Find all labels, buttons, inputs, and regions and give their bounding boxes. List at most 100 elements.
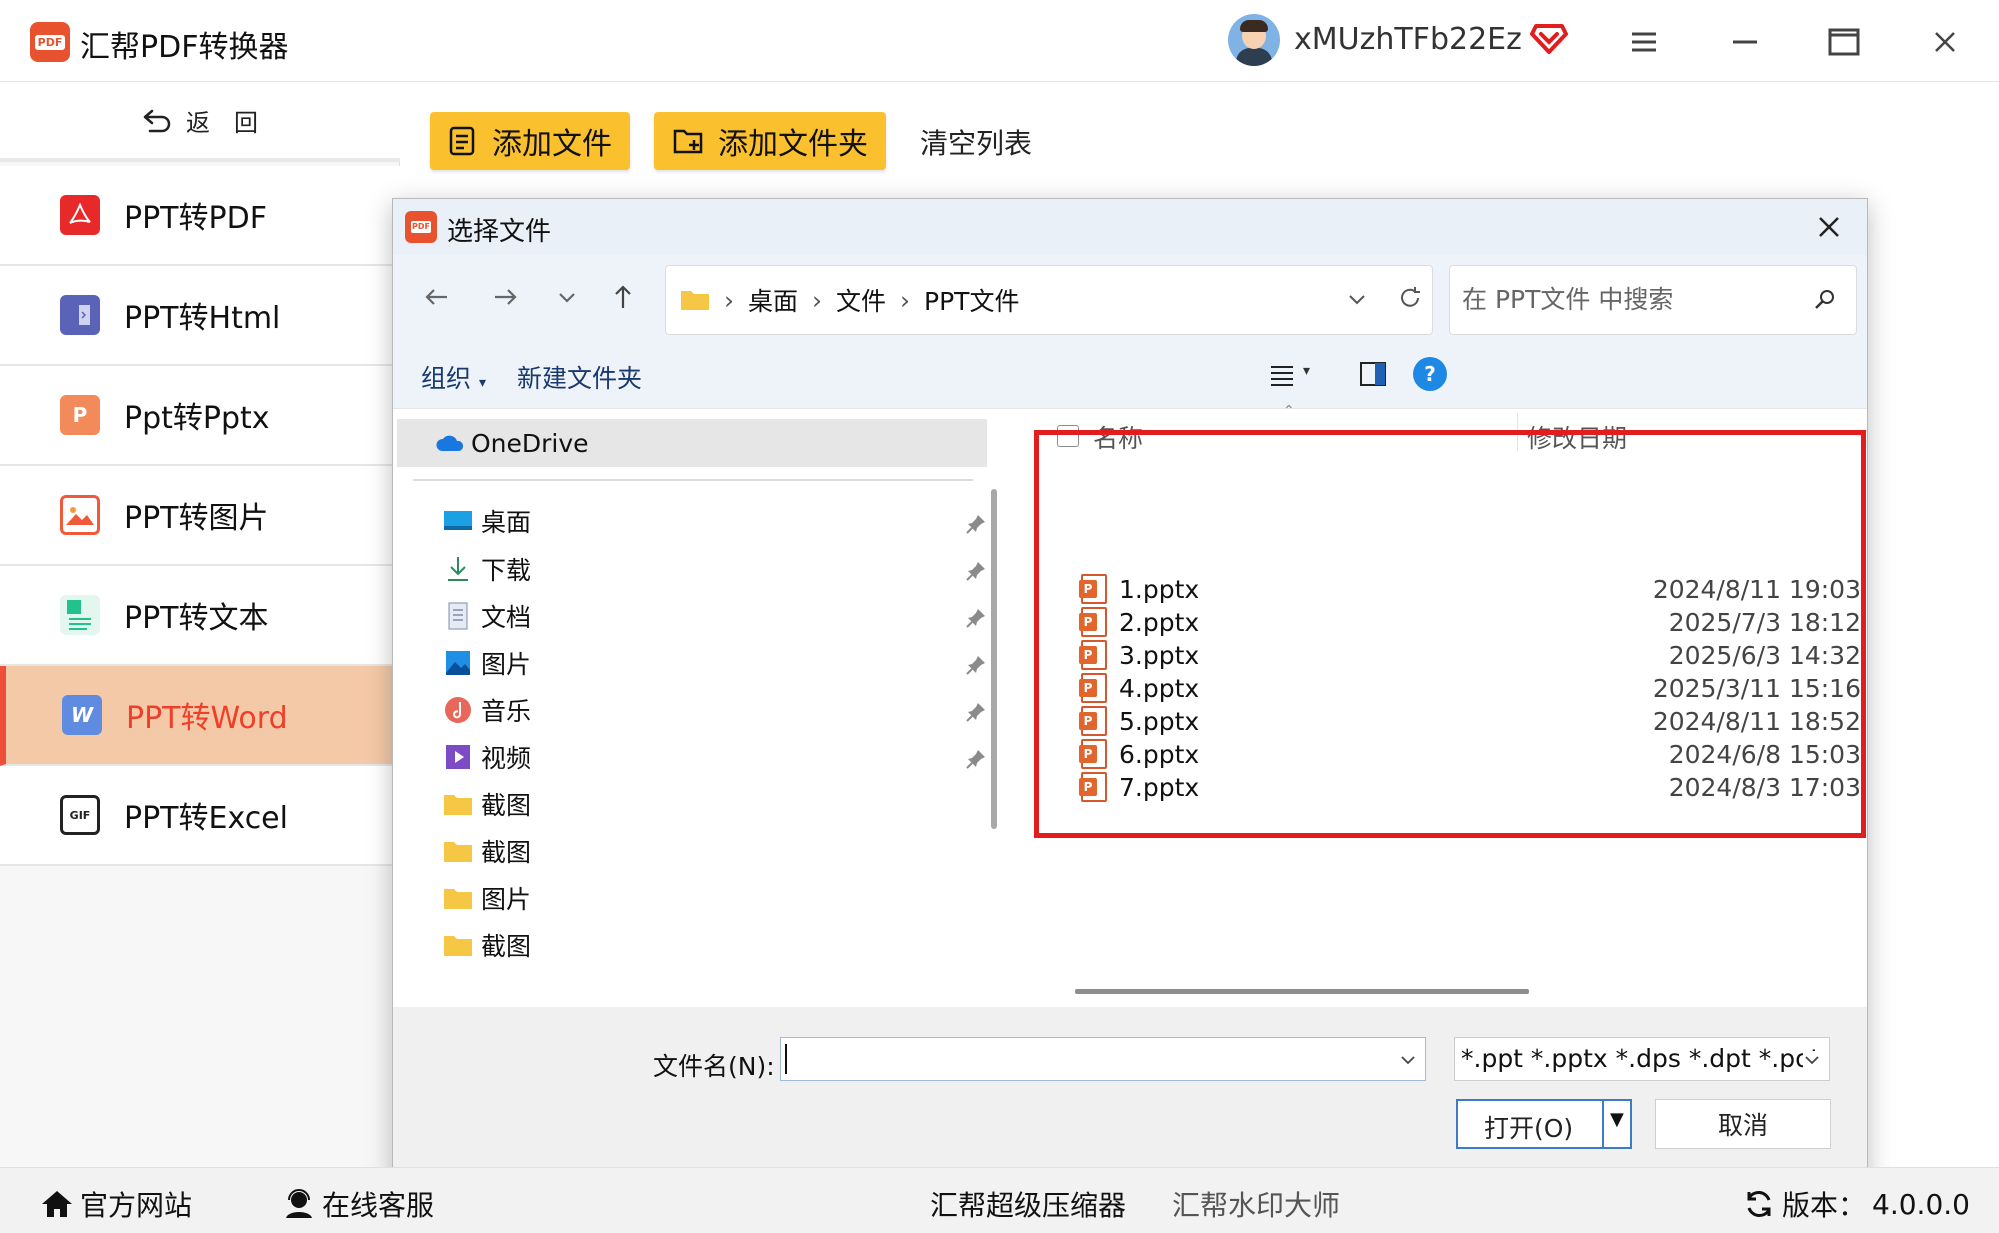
organize-menu[interactable]: 组织 ▾ — [421, 359, 486, 395]
tree-item-folder[interactable]: 图片 — [443, 878, 531, 918]
sidebar: 返 回 PPT转PDF PPT转Html P Ppt转Pptx PPT转图片 P… — [0, 82, 400, 1167]
folder-icon — [681, 291, 709, 310]
help-icon[interactable]: ? — [1413, 357, 1447, 391]
clear-list-button[interactable]: 清空列表 — [920, 122, 1032, 162]
close-icon[interactable] — [1925, 22, 1965, 62]
dialog-navigation-bar: › 桌面 › 文件 › PPT文件 在 PPT文件 中搜索 — [393, 255, 1867, 339]
breadcrumb-item[interactable]: PPT文件 — [924, 282, 1019, 318]
maximize-icon[interactable] — [1824, 22, 1864, 62]
tree-item-label: 音乐 — [481, 697, 532, 726]
watermark-link[interactable]: 汇帮水印大师 — [1172, 1184, 1340, 1224]
search-input[interactable]: 在 PPT文件 中搜索 — [1449, 265, 1857, 335]
dialog-close-icon[interactable] — [1813, 211, 1845, 243]
pin-icon[interactable] — [965, 560, 987, 582]
pin-icon[interactable] — [965, 654, 987, 676]
sidebar-item-ppt-to-pdf[interactable]: PPT转PDF — [0, 166, 400, 266]
online-support-label: 在线客服 — [322, 1189, 435, 1222]
video-icon — [446, 745, 470, 769]
add-folder-icon — [673, 129, 703, 154]
add-file-button[interactable]: 添加文件 — [430, 112, 630, 170]
filetype-value: *.ppt *.pptx *.dps *.dpt *.pot * — [1461, 1044, 1830, 1073]
official-website-link[interactable]: 官方网站 — [40, 1184, 192, 1224]
file-list-scrollbar[interactable] — [1075, 989, 1529, 994]
back-arrow-icon — [143, 109, 171, 133]
tree-item-folder[interactable]: 截图 — [443, 784, 531, 824]
tree-item-label: OneDrive — [471, 428, 589, 458]
sidebar-item-label: Ppt转Pptx — [124, 401, 270, 436]
tree-divider — [413, 479, 973, 481]
image-icon — [60, 495, 100, 535]
tree-item-label: 桌面 — [481, 508, 532, 537]
dialog-footer: 文件名(N): *.ppt *.pptx *.dps *.dpt *.pot *… — [393, 1007, 1867, 1185]
sidebar-item-label: PPT转文本 — [124, 601, 269, 636]
search-icon[interactable] — [1813, 287, 1837, 311]
compressor-link[interactable]: 汇帮超级压缩器 — [930, 1184, 1126, 1224]
recent-locations-icon[interactable] — [549, 279, 585, 315]
update-icon[interactable] — [1742, 1188, 1776, 1220]
online-support-link[interactable]: 在线客服 — [282, 1184, 434, 1224]
tree-item-downloads[interactable]: 下载 — [443, 549, 531, 589]
dialog-titlebar: PDF 选择文件 — [393, 199, 1867, 255]
sidebar-item-ppt-to-text[interactable]: PPT转文本 — [0, 566, 400, 666]
back-icon[interactable] — [419, 279, 455, 315]
pin-icon[interactable] — [965, 607, 987, 629]
tree-item-music[interactable]: 音乐 — [443, 690, 531, 730]
pdf-icon — [60, 195, 100, 235]
filetype-select[interactable]: *.ppt *.pptx *.dps *.dpt *.pot * — [1454, 1037, 1830, 1081]
view-options-icon[interactable] — [1269, 363, 1295, 387]
back-button[interactable]: 返 回 — [0, 82, 400, 162]
breadcrumb-item[interactable]: 桌面 — [748, 282, 798, 318]
menu-icon[interactable] — [1624, 22, 1664, 62]
tree-item-videos[interactable]: 视频 — [443, 737, 531, 777]
dialog-title: 选择文件 — [447, 217, 552, 247]
tree-item-folder[interactable]: 截图 — [443, 925, 531, 965]
cancel-button[interactable]: 取消 — [1655, 1099, 1831, 1149]
vip-diamond-icon[interactable] — [1530, 18, 1568, 56]
pin-icon[interactable] — [965, 513, 987, 535]
highlight-annotation — [1034, 430, 1866, 838]
tree-item-onedrive[interactable]: OneDrive — [397, 419, 987, 467]
view-dropdown-icon[interactable]: ▾ — [1303, 363, 1310, 379]
breadcrumb-item[interactable]: 文件 — [836, 282, 886, 318]
add-folder-button[interactable]: 添加文件夹 — [654, 112, 886, 170]
username[interactable]: xMUzhTFb22Ez — [1294, 22, 1522, 57]
onedrive-cloud-icon — [436, 435, 464, 451]
music-icon — [445, 697, 471, 723]
new-folder-button[interactable]: 新建文件夹 — [517, 359, 642, 395]
up-folder-icon[interactable] — [605, 279, 641, 315]
tree-item-label: 截图 — [481, 838, 532, 867]
sidebar-item-ppt-to-excel[interactable]: GIF PPT转Excel — [0, 766, 400, 866]
chevron-down-icon[interactable] — [1399, 1051, 1417, 1069]
word-icon: W — [62, 695, 102, 735]
sidebar-item-ppt-to-image[interactable]: PPT转图片 — [0, 466, 400, 566]
user-avatar[interactable] — [1228, 14, 1280, 66]
refresh-icon[interactable] — [1396, 284, 1424, 312]
forward-icon[interactable] — [487, 279, 523, 315]
tree-item-label: 视频 — [481, 744, 532, 773]
pptx-icon: P — [60, 395, 100, 435]
pin-icon[interactable] — [965, 701, 987, 723]
tree-item-desktop[interactable]: 桌面 — [443, 501, 531, 541]
filename-input[interactable] — [780, 1037, 1426, 1081]
preview-pane-icon[interactable] — [1359, 361, 1387, 387]
download-icon — [448, 557, 468, 581]
tree-item-folder[interactable]: 截图 — [443, 831, 531, 871]
pictures-icon — [446, 651, 470, 675]
tree-item-pictures[interactable]: 图片 — [443, 643, 531, 683]
app-title: 汇帮PDF转换器 — [80, 30, 289, 65]
sidebar-item-ppt-to-word[interactable]: W PPT转Word — [0, 666, 400, 766]
tree-item-label: 文档 — [481, 603, 532, 632]
official-website-label: 官方网站 — [80, 1189, 193, 1222]
navigation-scrollbar[interactable] — [991, 489, 997, 829]
chevron-down-icon[interactable] — [1346, 288, 1368, 310]
sidebar-item-ppt-to-pptx[interactable]: P Ppt转Pptx — [0, 366, 400, 466]
address-bar[interactable]: › 桌面 › 文件 › PPT文件 — [665, 265, 1433, 335]
pin-icon[interactable] — [965, 748, 987, 770]
chevron-down-icon[interactable] — [1803, 1051, 1821, 1069]
excel-icon: GIF — [60, 795, 100, 835]
open-button[interactable]: 打开(O) ▼ — [1456, 1099, 1632, 1149]
minimize-icon[interactable] — [1725, 22, 1765, 62]
open-options-dropdown[interactable]: ▼ — [1610, 1109, 1624, 1130]
tree-item-documents[interactable]: 文档 — [443, 596, 531, 636]
sidebar-item-ppt-to-html[interactable]: PPT转Html — [0, 266, 400, 366]
